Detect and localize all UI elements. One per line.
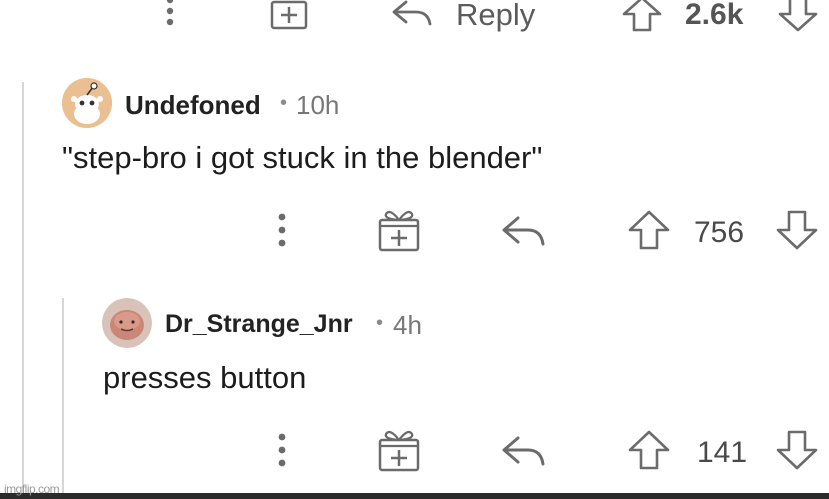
comment-age: 10h <box>296 90 340 120</box>
username[interactable]: Undefoned <box>125 90 261 121</box>
downvote-arrow-icon[interactable] <box>774 428 820 472</box>
separator-dot: • <box>376 312 384 334</box>
award-gift-icon[interactable] <box>376 206 424 254</box>
upvote-arrow-icon[interactable] <box>626 208 672 252</box>
more-options-icon[interactable] <box>276 212 288 252</box>
comment-body: "step-bro i got stuck in the blender" <box>62 140 543 175</box>
vote-count: 2.6k <box>685 0 744 31</box>
reply-button[interactable]: Reply <box>456 0 535 33</box>
comment-action-bar: 756 <box>0 200 829 260</box>
separator-dot: • <box>280 92 288 114</box>
downvote-arrow-icon[interactable] <box>774 208 820 252</box>
avatar[interactable] <box>102 298 152 348</box>
vote-count: 756 <box>694 216 745 249</box>
top-action-bar: Reply 2.6k <box>0 0 829 40</box>
image-bottom-border <box>0 493 829 499</box>
reply-arrow-icon[interactable] <box>498 432 550 472</box>
reply-arrow-icon[interactable] <box>388 0 436 32</box>
upvote-arrow-icon[interactable] <box>626 428 672 472</box>
username[interactable]: Dr_Strange_Jnr <box>165 310 353 339</box>
imgflip-watermark: imgflip.com <box>4 482 60 496</box>
upvote-arrow-icon[interactable] <box>620 0 664 34</box>
more-options-icon[interactable] <box>164 0 176 32</box>
comment-action-bar: 141 <box>0 420 829 480</box>
comment-body: presses button <box>103 360 307 395</box>
reply-arrow-icon[interactable] <box>498 212 550 252</box>
award-gift-icon[interactable] <box>376 426 424 474</box>
avatar[interactable] <box>62 78 112 128</box>
downvote-arrow-icon[interactable] <box>776 0 820 34</box>
more-options-icon[interactable] <box>276 432 288 472</box>
profile-photo-icon <box>102 298 152 348</box>
comment-age: 4h <box>393 310 422 340</box>
snoo-avatar-icon <box>62 78 112 128</box>
vote-count: 141 <box>697 436 748 469</box>
award-gift-icon[interactable] <box>268 0 312 34</box>
